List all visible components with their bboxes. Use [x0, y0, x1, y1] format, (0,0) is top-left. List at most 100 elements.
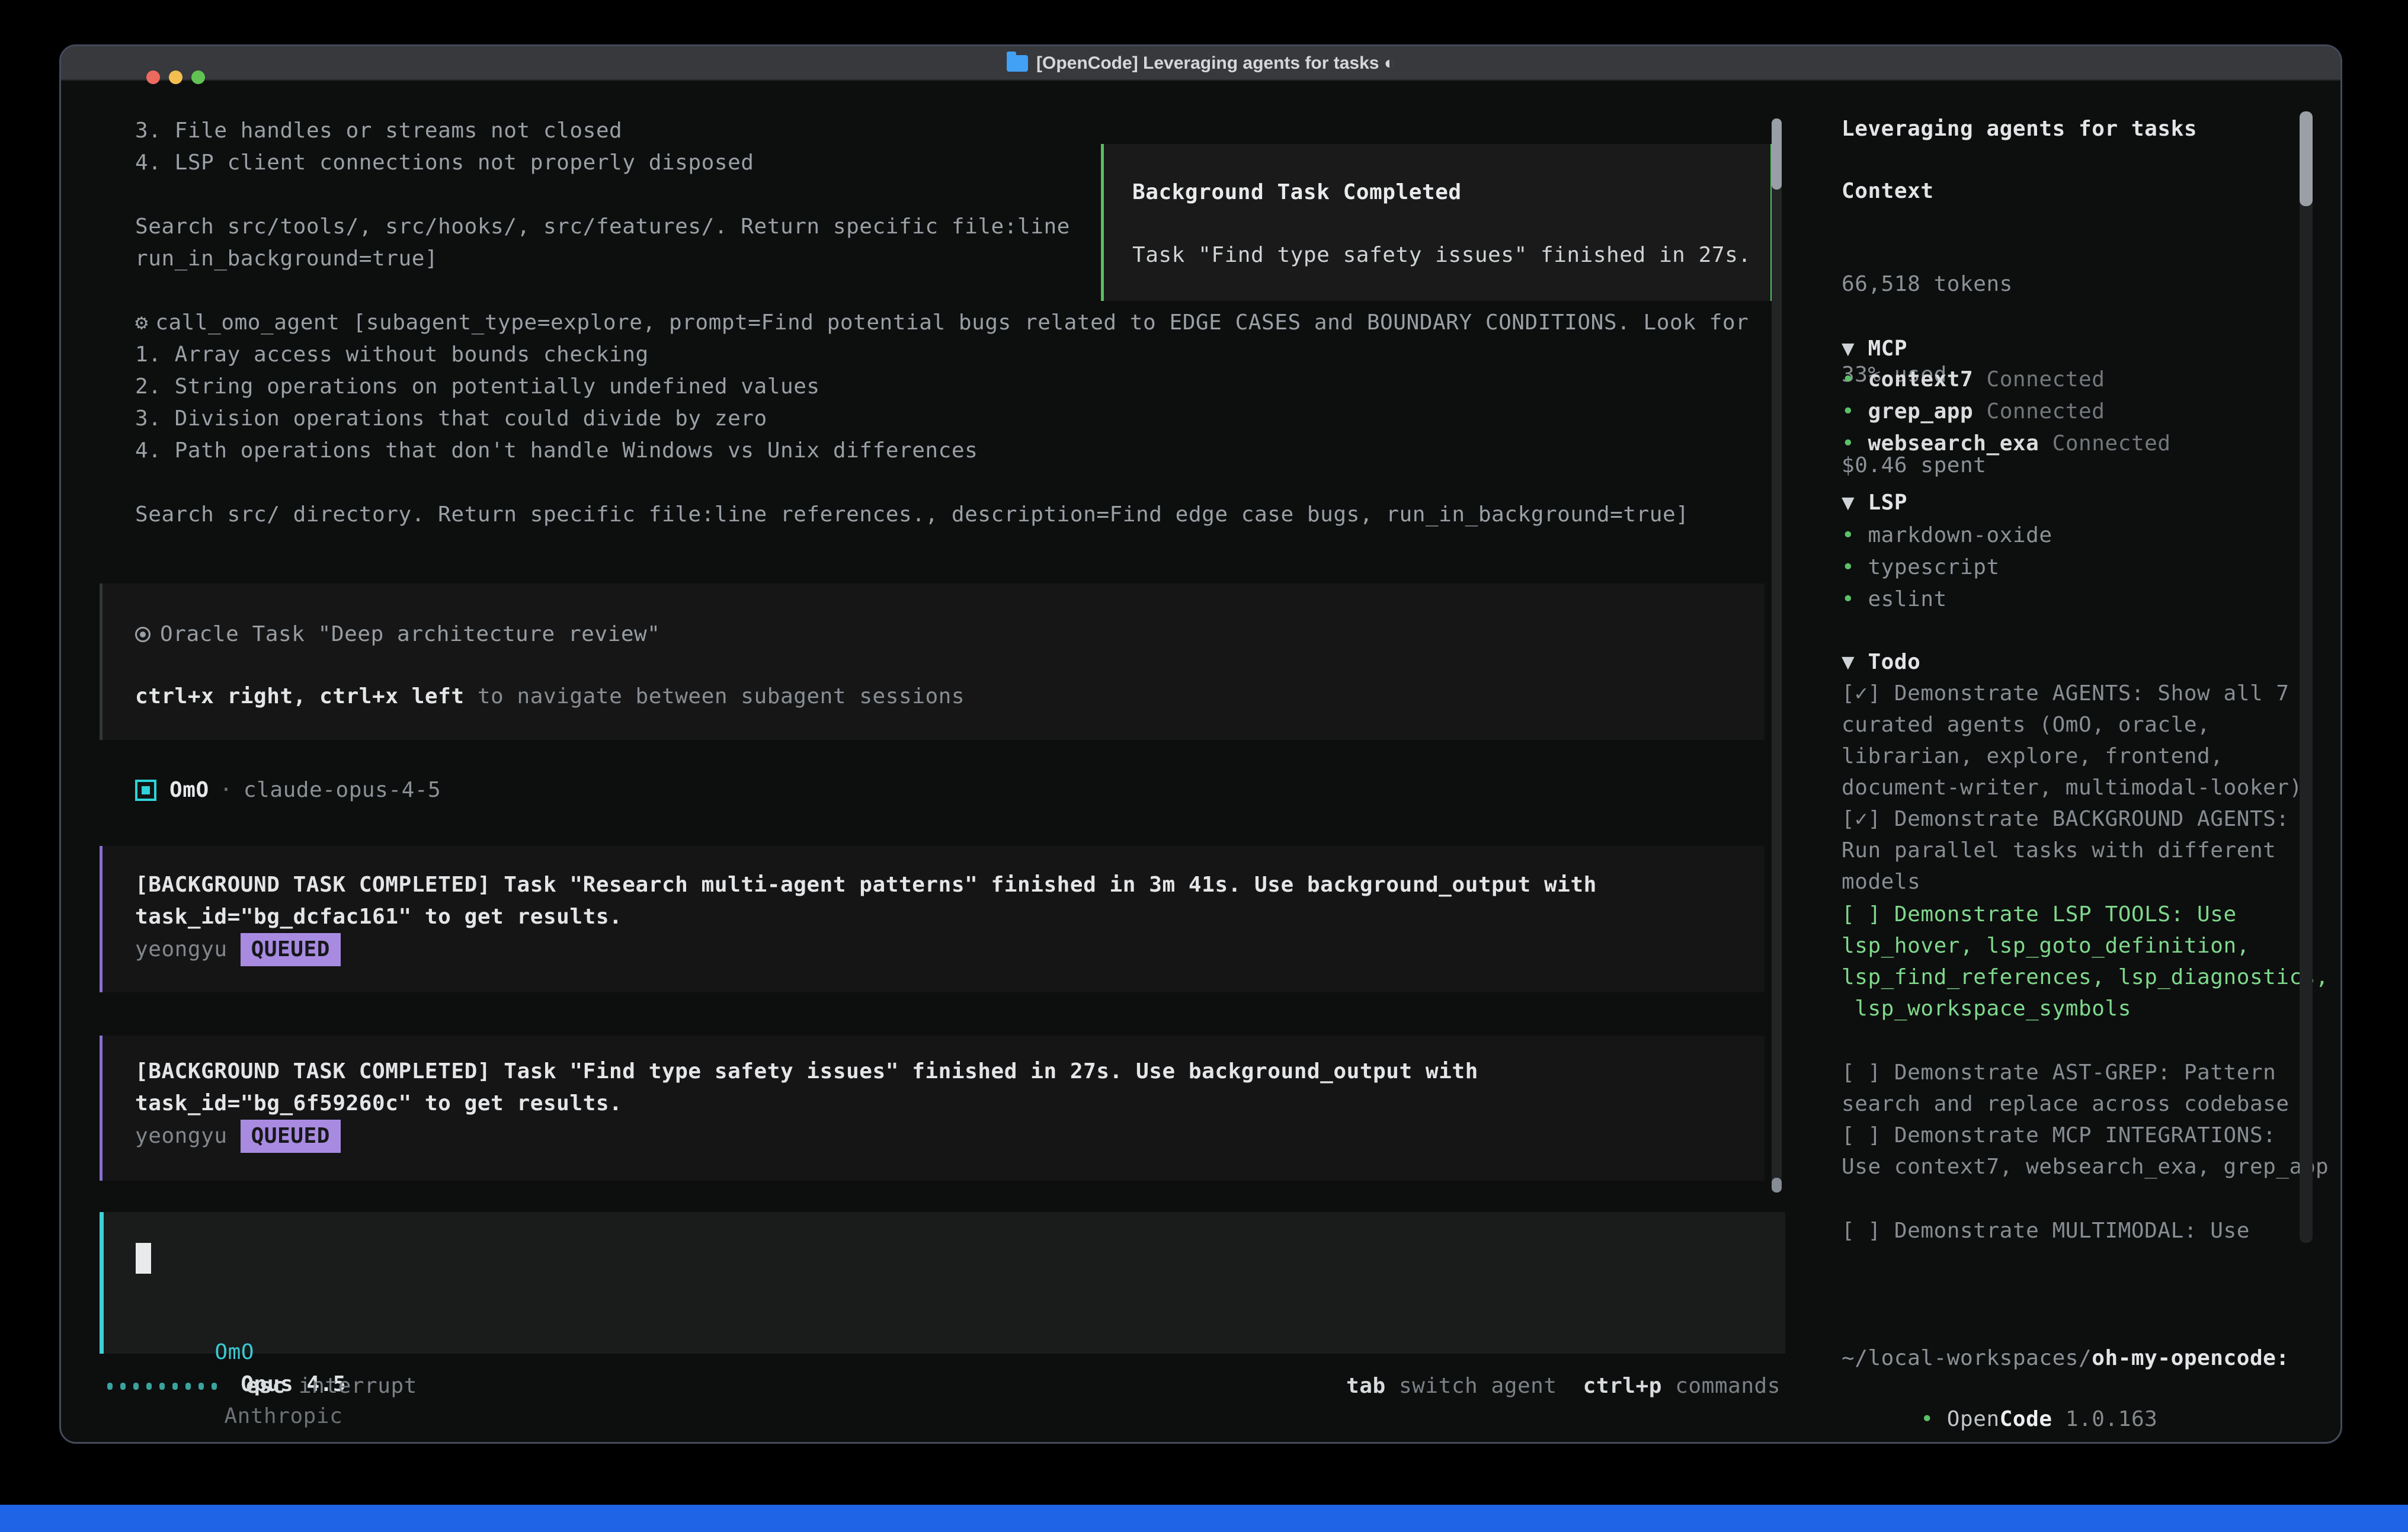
log-line: 2. String operations on potentially unde… [135, 371, 1749, 403]
sidebar-scrollbar-thumb[interactable] [2300, 111, 2313, 206]
prompt-input[interactable]: OmO Opus 4.5 Anthropic [100, 1212, 1785, 1354]
notification-title: Background Task Completed [1132, 177, 1462, 209]
sidebar-session-title: Leveraging agents for tasks [1842, 113, 2197, 145]
status-dot-icon: • [1842, 367, 1868, 392]
task-message-line: [BACKGROUND TASK COMPLETED] Task "Find t… [135, 1056, 1478, 1088]
task-user: yeongyu [135, 934, 228, 966]
activity-spinner [107, 1383, 217, 1390]
todo-item-pending: [ ] Demonstrate AST-GREP: Patternsearch … [1842, 1057, 2329, 1182]
status-dot-icon: • [1842, 431, 1868, 456]
lsp-item: • markdown-oxide [1842, 520, 2052, 552]
task-message-meta: yeongyu QUEUED [135, 1120, 341, 1153]
task-message-line: task_id="bg_6f59260c" to get results. [135, 1088, 622, 1120]
todo-line: models [1842, 866, 2303, 898]
chevron-down-icon: ▼ [1842, 491, 1868, 515]
queued-status-badge: QUEUED [241, 933, 341, 966]
background-task-notification: Background Task Completed Task "Find typ… [1101, 144, 1773, 301]
gear-icon: ⚙ [135, 310, 148, 335]
mcp-section-heading[interactable]: ▼ MCP [1842, 333, 1907, 365]
lsp-server-name: typescript [1868, 555, 1999, 579]
todo-line: curated agents (OmO, oracle, [1842, 709, 2303, 741]
input-provider-name: Anthropic [224, 1404, 342, 1428]
oracle-task-title: Oracle Task "Deep architecture review" [135, 618, 661, 650]
esc-key-hint: esc [246, 1374, 286, 1398]
text-cursor [136, 1243, 151, 1274]
spinner-dot-icon [120, 1383, 126, 1390]
todo-line: lsp_find_references, lsp_diagnostics, [1842, 961, 2329, 993]
todo-line: lsp_hover, lsp_goto_definition, [1842, 930, 2329, 961]
task-message-line: task_id="bg_dcfac161" to get results. [135, 901, 622, 933]
mcp-item: • context7 Connected [1842, 364, 2171, 396]
main-scrollbar-thumb[interactable] [1772, 118, 1782, 190]
session-model-name: claude-opus-4-5 [244, 774, 441, 806]
log-line: ⚙call_omo_agent [subagent_type=explore, … [135, 307, 1749, 339]
todo-line: Use context7, websearch_exa, grep_app [1842, 1151, 2329, 1182]
spinner-dot-icon [159, 1383, 165, 1390]
task-user: yeongyu [135, 1120, 228, 1152]
todo-line: [ ] Demonstrate AST-GREP: Pattern [1842, 1057, 2329, 1088]
todo-section-heading[interactable]: ▼ Todo [1842, 646, 1920, 678]
input-agent-name[interactable]: OmO [214, 1340, 254, 1364]
status-dot-icon: • [1920, 1407, 1946, 1431]
mcp-server-status: Connected [1973, 399, 2105, 424]
subagent-navigation-hint: ctrl+x right, ctrl+x left to navigate be… [135, 681, 965, 713]
ctrlp-key-label: commands [1675, 1374, 1781, 1398]
context-heading: Context [1842, 175, 1934, 207]
log-line: Search src/ directory. Return specific f… [135, 499, 1749, 531]
spinner-dot-icon [133, 1383, 139, 1390]
todo-item-active: [ ] Demonstrate LSP TOOLS: Uselsp_hover,… [1842, 899, 2329, 1024]
todo-line: [ ] Demonstrate MULTIMODAL: Use [1842, 1215, 2250, 1246]
titlebar[interactable]: [OpenCode] Leveraging agents for tasks ◐ [61, 46, 2340, 81]
mcp-server-name: websearch_exa [1868, 431, 2039, 456]
mcp-server-name: context7 [1868, 367, 1973, 392]
omo-agent-icon [135, 780, 156, 801]
lsp-server-name: markdown-oxide [1868, 523, 2052, 547]
lsp-server-name: eslint [1868, 587, 1946, 611]
todo-line: [ ] Demonstrate MCP INTEGRATIONS: [1842, 1120, 2329, 1151]
lsp-item: • eslint [1842, 584, 2052, 616]
esc-key-label: interrupt [299, 1374, 417, 1398]
spinner-dot-icon [172, 1383, 178, 1390]
chevron-down-icon: ▼ [1842, 650, 1868, 674]
task-completed-message-2: [BACKGROUND TASK COMPLETED] Task "Find t… [100, 1036, 1765, 1181]
log-line: 3. Division operations that could divide… [135, 403, 1749, 435]
context-tokens: 66,518 tokens [1842, 269, 2013, 299]
sidebar-scrollbar[interactable] [2300, 111, 2313, 1243]
mcp-item: • grep_app Connected [1842, 396, 2171, 428]
status-dot-icon: • [1842, 555, 1868, 579]
main-scrollbar[interactable] [1772, 118, 1782, 1193]
window-title: [OpenCode] Leveraging agents for tasks ◐ [61, 46, 2340, 81]
tab-key-label: switch agent [1399, 1374, 1557, 1398]
lsp-list: • markdown-oxide• typescript• eslint [1842, 520, 2052, 616]
lsp-section-heading[interactable]: ▼ LSP [1842, 487, 1907, 519]
subagent-session-row[interactable]: OmO · claude-opus-4-5 [135, 774, 441, 806]
log-line: 3. File handles or streams not closed [135, 115, 1749, 147]
spinner-dot-icon [185, 1383, 191, 1390]
mcp-server-name: grep_app [1868, 399, 1973, 424]
todo-line: Run parallel tasks with different [1842, 835, 2303, 866]
lsp-item: • typescript [1842, 552, 2052, 584]
todo-line: lsp_workspace_symbols [1842, 993, 2329, 1024]
todo-line: document-writer, multimodal-looker) [1842, 772, 2303, 803]
status-dot-icon: • [1842, 523, 1868, 547]
window-title-text: [OpenCode] Leveraging agents for tasks ◐ [1036, 53, 1395, 73]
queued-status-badge: QUEUED [241, 1120, 341, 1153]
todo-line: search and replace across codebase [1842, 1088, 2329, 1120]
oracle-task-box: Oracle Task "Deep architecture review" c… [100, 584, 1765, 740]
task-completed-message-1: [BACKGROUND TASK COMPLETED] Task "Resear… [100, 846, 1765, 992]
status-dot-icon: • [1842, 399, 1868, 424]
task-message-line: [BACKGROUND TASK COMPLETED] Task "Resear… [135, 869, 1597, 901]
todo-item-done: [✓] Demonstrate AGENTS: Show all 7curate… [1842, 678, 2303, 898]
mcp-item: • websearch_exa Connected [1842, 428, 2171, 460]
log-line [135, 467, 1749, 499]
spinner-dot-icon [212, 1383, 217, 1390]
chevron-down-icon: ▼ [1842, 336, 1868, 361]
notification-body: Task "Find type safety issues" finished … [1132, 239, 1751, 271]
spinner-dot-icon [198, 1383, 204, 1390]
tab-key-hint: tab [1346, 1374, 1386, 1398]
main-scrollbar-end[interactable] [1772, 1178, 1782, 1193]
terminal-window: [OpenCode] Leveraging agents for tasks ◐… [59, 44, 2342, 1444]
log-line: 4. Path operations that don't handle Win… [135, 435, 1749, 467]
ctrlp-key-hint: ctrl+p [1583, 1374, 1662, 1398]
mcp-server-status: Connected [1973, 367, 2105, 392]
